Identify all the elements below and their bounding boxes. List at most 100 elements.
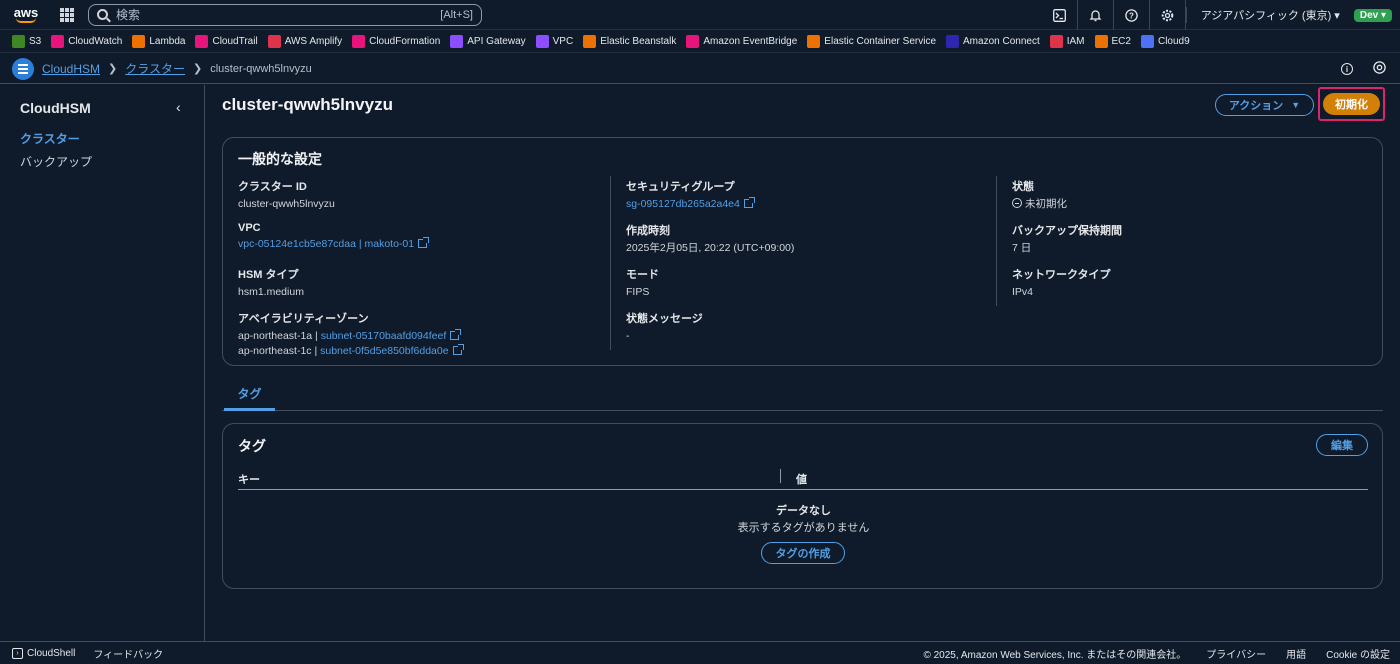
privacy-link[interactable]: プライバシー: [1206, 646, 1266, 661]
service-icon: [583, 35, 597, 48]
favorite-label: Lambda: [149, 36, 186, 47]
network-type-field: ネットワークタイプ IPv4: [1012, 266, 1111, 300]
favorite-cloud9[interactable]: Cloud9: [1140, 35, 1190, 48]
tags-title: タグ: [238, 438, 266, 454]
help-icon[interactable]: ?: [1114, 0, 1150, 30]
favorite-label: IAM: [1066, 36, 1085, 47]
favorite-amazon-connect[interactable]: Amazon Connect: [946, 35, 1040, 48]
empty-state-title: データなし: [776, 505, 831, 517]
hsm-type-field: HSM タイプ hsm1.medium: [238, 266, 304, 300]
region-selector[interactable]: アジアパシフィック (東京) ▾: [1185, 7, 1354, 23]
service-icon: [1094, 35, 1108, 48]
favorite-label: CloudFormation: [369, 36, 441, 47]
create-tag-button[interactable]: タグの作成: [761, 542, 845, 564]
general-settings-panel: 一般的な設定 クラスター ID cluster-qwwh5lnvyzu VPC …: [222, 137, 1383, 366]
cluster-id-label: クラスター ID: [238, 181, 307, 193]
availability-zone-field: アベイラビリティーゾーン ap-northeast-1a | subnet-05…: [238, 310, 464, 359]
vpc-link[interactable]: vpc-05124e1cb5e87cdaa | makoto-01: [238, 238, 414, 250]
favorite-amazon-eventbridge[interactable]: Amazon EventBridge: [686, 35, 797, 48]
cookie-settings-link[interactable]: Cookie の設定: [1326, 646, 1390, 661]
status-field: 状態 未初期化: [1012, 178, 1067, 212]
actions-button[interactable]: アクション ▼: [1215, 94, 1314, 116]
initialize-button[interactable]: 初期化: [1323, 93, 1380, 115]
column-header-key[interactable]: キー: [238, 471, 260, 487]
cloudshell-icon[interactable]: [1042, 0, 1078, 30]
external-link-icon[interactable]: [418, 237, 430, 248]
account-badge[interactable]: Dev ▾: [1353, 8, 1392, 22]
favorite-lambda[interactable]: Lambda: [132, 35, 185, 48]
subnet-1-link[interactable]: subnet-05170baafd094feef: [321, 330, 447, 342]
service-icon: [1140, 35, 1154, 48]
feedback-link[interactable]: フィードバック: [93, 646, 163, 661]
search-placeholder: 検索: [116, 8, 141, 22]
service-icon: [1049, 35, 1063, 48]
external-link-icon[interactable]: [452, 344, 464, 355]
backup-retention-field: バックアップ保持期間 7 日: [1012, 222, 1122, 256]
edit-tags-button[interactable]: 編集: [1316, 434, 1368, 456]
service-icon: [535, 35, 549, 48]
sidebar-item-backups[interactable]: バックアップ: [20, 153, 92, 170]
general-settings-title: 一般的な設定: [238, 151, 322, 167]
aws-logo[interactable]: aws: [6, 0, 46, 30]
copyright-text: © 2025, Amazon Web Services, Inc. またはその関…: [923, 649, 1187, 661]
collapse-sidebar-icon[interactable]: ‹: [176, 99, 181, 115]
security-group-link[interactable]: sg-095127db265a2a4e4: [626, 198, 740, 210]
favorite-cloudtrail[interactable]: CloudTrail: [195, 35, 258, 48]
favorite-iam[interactable]: IAM: [1049, 35, 1085, 48]
tab-tags[interactable]: タグ: [224, 383, 275, 411]
chevron-right-icon: ❯: [108, 63, 118, 75]
external-link-icon[interactable]: [743, 197, 755, 208]
favorite-label: EC2: [1111, 36, 1131, 47]
favorite-aws-amplify[interactable]: AWS Amplify: [267, 35, 342, 48]
status-message-label: 状態メッセージ: [626, 313, 703, 325]
favorites-bar: S3 CloudWatch Lambda CloudTrail AWS Amplify C…: [0, 31, 1400, 53]
favorite-s3[interactable]: S3: [12, 35, 41, 48]
services-grid-icon[interactable]: [60, 7, 74, 22]
sidebar-item-clusters[interactable]: クラスター: [20, 130, 92, 147]
aws-logo-text: aws: [13, 4, 39, 20]
favorite-ec2[interactable]: EC2: [1094, 35, 1131, 48]
favorite-elastic-beanstalk[interactable]: Elastic Beanstalk: [583, 35, 676, 48]
favorite-cloudwatch[interactable]: CloudWatch: [51, 35, 122, 48]
cloudshell-icon: ›: [12, 647, 23, 659]
cloudshell-link[interactable]: › CloudShell: [12, 647, 75, 659]
favorite-label: Amazon Connect: [963, 36, 1040, 47]
favorite-api-gateway[interactable]: API Gateway: [450, 35, 526, 48]
column-resize-handle[interactable]: [780, 469, 781, 483]
gear-icon[interactable]: [1150, 0, 1186, 30]
breadcrumb-bar: CloudHSM ❯ クラスター ❯ cluster-qwwh5lnvyzu i: [0, 54, 1400, 84]
created-time-field: 作成時刻 2025年2月05日, 20:22 (UTC+09:00): [626, 222, 794, 256]
mode-field: モード FIPS: [626, 266, 659, 300]
cluster-id-value: cluster-qwwh5lnvyzu: [238, 198, 335, 210]
svg-text:?: ?: [1129, 11, 1134, 20]
subnet-2-link[interactable]: subnet-0f5d5e850bf6dda0e: [320, 345, 448, 357]
status-label: 状態: [1012, 181, 1034, 193]
breadcrumb: CloudHSM ❯ クラスター ❯ cluster-qwwh5lnvyzu: [42, 60, 312, 77]
terms-link[interactable]: 用語: [1286, 646, 1306, 661]
favorite-vpc[interactable]: VPC: [535, 35, 573, 48]
favorite-cloudformation[interactable]: CloudFormation: [352, 35, 440, 48]
top-navigation: aws 検索 [Alt+S] ? アジアパシフィック (東京) ▾ Dev ▾: [0, 0, 1400, 30]
service-icon: [686, 35, 700, 48]
security-group-field: セキュリティグループ sg-095127db265a2a4e4: [626, 178, 755, 212]
external-link-icon[interactable]: [450, 329, 462, 340]
info-icon[interactable]: i: [1341, 63, 1353, 75]
breadcrumb-current: cluster-qwwh5lnvyzu: [210, 62, 312, 75]
settings-circle-icon[interactable]: [1373, 61, 1386, 77]
search-input[interactable]: 検索 [Alt+S]: [88, 3, 482, 26]
column-divider: [996, 176, 997, 306]
search-shortcut: [Alt+S]: [440, 8, 473, 21]
bell-icon[interactable]: [1078, 0, 1114, 30]
az2-prefix: ap-northeast-1c |: [238, 345, 321, 357]
chevron-right-icon: ❯: [193, 63, 203, 75]
breadcrumb-cloudhsm[interactable]: CloudHSM: [42, 62, 100, 76]
breadcrumb-clusters[interactable]: クラスター: [125, 60, 185, 77]
hsm-type-value: hsm1.medium: [238, 286, 304, 298]
favorite-elastic-container-service[interactable]: Elastic Container Service: [807, 35, 936, 48]
favorite-label: S3: [29, 36, 42, 47]
column-header-value[interactable]: 値: [796, 471, 807, 487]
backup-retention-label: バックアップ保持期間: [1012, 225, 1122, 237]
hamburger-menu-icon[interactable]: [12, 57, 34, 80]
topnav-right: ? アジアパシフィック (東京) ▾ Dev ▾: [1042, 0, 1392, 30]
sidebar-title: CloudHSM: [20, 100, 91, 116]
